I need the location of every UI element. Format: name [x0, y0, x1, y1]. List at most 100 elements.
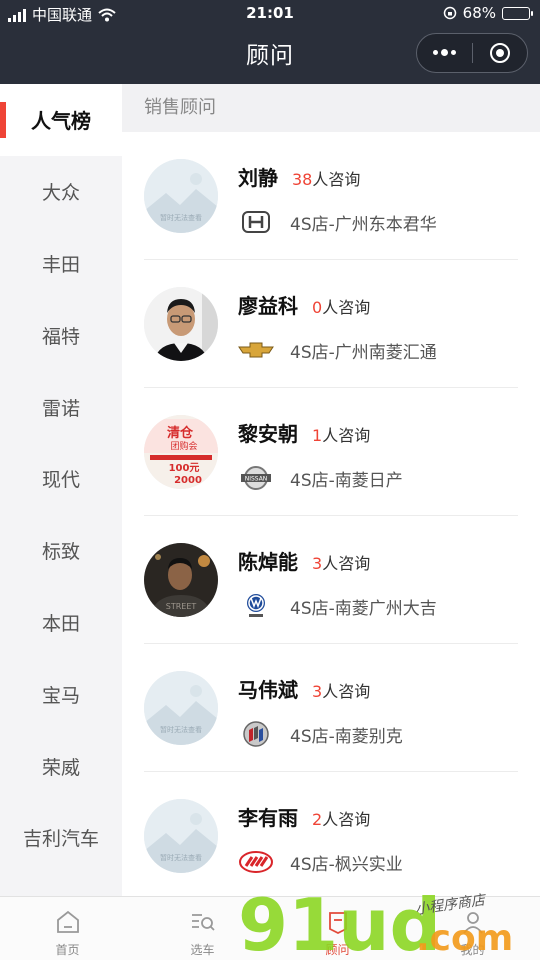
sidebar-item-label: 吉利汽车 [22, 828, 99, 851]
target-icon [489, 43, 510, 63]
car-search-icon [191, 914, 215, 931]
sidebar-item[interactable]: 福特 [0, 299, 122, 371]
advisor-icon [328, 912, 347, 935]
store-name: 4S店-广州东本君华 [290, 215, 437, 235]
consult-number: 0 [312, 298, 323, 317]
home-icon [56, 910, 79, 933]
consultant-row[interactable]: 暂时无法查看 李有雨 2人咨询 4S店-枫兴实业 [144, 772, 518, 896]
consult-suffix: 人咨询 [322, 810, 371, 829]
tab-home[interactable]: 首页 [0, 897, 135, 960]
top-bar: 中国联通 21:01 68% 顾问 [0, 0, 540, 84]
consult-number: 3 [312, 682, 323, 701]
consultant-name: 黎安朝 [238, 422, 298, 446]
consultant-name: 陈焯能 [238, 550, 298, 574]
store-name: 4S店-枫兴实业 [290, 855, 403, 875]
avatar: 暂时无法查看 [144, 159, 218, 233]
consult-count: 38人咨询 [292, 166, 360, 190]
honda-logo-icon [238, 209, 274, 235]
consultant-row[interactable]: 暂时无法查看 马伟斌 3人咨询 4S店-南菱别克 [144, 644, 518, 772]
sidebar-item-label: 福特 [41, 325, 80, 348]
sidebar-item[interactable]: 人气榜 [0, 84, 122, 156]
consultant-list: 暂时无法查看 刘静 38人咨询 4S店-广州东本君华 廖益科 0人咨询 4S店-广州南菱汇通… [122, 132, 540, 896]
sidebar-item-label: 本田 [41, 612, 80, 635]
consult-suffix: 人咨询 [312, 170, 361, 189]
tab-advisor-label: 顾问 [325, 943, 350, 957]
more-dots-icon [432, 49, 456, 56]
svg-text:清仓: 清仓 [167, 425, 194, 441]
consultant-name: 马伟斌 [238, 678, 298, 702]
sidebar-item[interactable]: 宝马 [0, 658, 122, 730]
store-name: 4S店-南菱广州大吉 [290, 599, 437, 619]
tab-mine[interactable]: 我的 [405, 897, 540, 960]
battery-percent: 68% [462, 4, 496, 22]
consult-suffix: 人咨询 [322, 682, 371, 701]
consultant-name: 刘静 [238, 166, 278, 190]
more-button[interactable] [417, 34, 472, 72]
status-bar: 中国联通 21:01 68% [0, 0, 540, 28]
sidebar-item[interactable]: 本田 [0, 587, 122, 659]
store-name: 4S店-广州南菱汇通 [290, 343, 437, 363]
sidebar-item-label: 荣威 [41, 756, 80, 779]
sidebar-item-label: 大众 [41, 182, 80, 205]
miniprogram-capsule [416, 33, 528, 73]
consultant-list-panel: 销售顾问 暂时无法查看 刘静 38人咨询 4S店-广州东本君华 廖益科 0人咨询 4S店-广… [122, 84, 540, 896]
consultant-name: 李有雨 [238, 806, 298, 830]
avatar-placeholder-text: 暂时无法查看 [160, 853, 202, 862]
sidebar-item-label: 雷诺 [41, 397, 80, 420]
svg-text:100元: 100元 [169, 462, 200, 474]
store-name: 4S店-南菱日产 [290, 471, 403, 491]
consult-number: 1 [312, 426, 323, 445]
consult-count: 3人咨询 [312, 550, 370, 574]
svg-text:STREET: STREET [166, 602, 197, 611]
consult-number: 2 [312, 810, 323, 829]
avatar: 清仓 团购会 100元 2000 [144, 415, 218, 489]
consultant-name: 廖益科 [238, 294, 298, 318]
avatar-placeholder-text: 暂时无法查看 [160, 213, 202, 222]
sidebar-item[interactable]: 现代 [0, 443, 122, 515]
user-icon [462, 912, 483, 934]
sidebar-item-label: 丰田 [41, 253, 80, 276]
sidebar-item[interactable]: 标致 [0, 515, 122, 587]
consult-count: 1人咨询 [312, 422, 370, 446]
consultant-row[interactable]: STREET 陈焯能 3人咨询 4S店-南菱广州大吉 [144, 516, 518, 644]
sidebar-item[interactable]: 雷诺 [0, 371, 122, 443]
consultant-row[interactable]: 清仓 团购会 100元 2000 黎安朝 1人咨询 NISSAN 4S店-南菱日产 [144, 388, 518, 516]
consult-count: 3人咨询 [312, 678, 370, 702]
battery-icon [502, 6, 533, 20]
section-title: 销售顾问 [122, 84, 540, 132]
consult-suffix: 人咨询 [322, 554, 371, 573]
chevrolet-logo-icon [238, 337, 274, 363]
tab-advisor[interactable]: 顾问 [270, 897, 405, 960]
consult-number: 3 [312, 554, 323, 573]
consult-number: 38 [292, 170, 313, 189]
tab-choose-car[interactable]: 选车 [135, 897, 270, 960]
avatar: 暂时无法查看 [144, 799, 218, 873]
nissan-logo-icon: NISSAN [238, 465, 274, 491]
consult-suffix: 人咨询 [322, 426, 371, 445]
volkswagen-logo-icon [238, 593, 274, 619]
avatar-placeholder-text: 暂时无法查看 [160, 725, 202, 734]
sidebar-item-label: 现代 [41, 469, 80, 492]
avatar: STREET [144, 543, 218, 617]
sidebar-item-label: 标致 [41, 541, 80, 564]
avatar [144, 287, 218, 361]
sidebar-item[interactable]: 大众 [0, 156, 122, 228]
consultant-row[interactable]: 廖益科 0人咨询 4S店-广州南菱汇通 [144, 260, 518, 388]
svg-text:2000: 2000 [174, 475, 202, 486]
buick-logo-icon [238, 721, 274, 747]
sidebar-item-label: 人气榜 [31, 109, 91, 134]
consult-suffix: 人咨询 [322, 298, 371, 317]
brand-sidebar: 人气榜大众丰田福特雷诺现代标致本田宝马荣威吉利汽车 [0, 84, 122, 896]
sidebar-item[interactable]: 丰田 [0, 228, 122, 300]
sidebar-item[interactable]: 吉利汽车 [0, 802, 122, 874]
consultant-row[interactable]: 暂时无法查看 刘静 38人咨询 4S店-广州东本君华 [144, 132, 518, 260]
consult-count: 2人咨询 [312, 806, 370, 830]
lifan-logo-icon [238, 849, 274, 875]
sidebar-item[interactable]: 荣威 [0, 730, 122, 802]
tab-mine-label: 我的 [460, 943, 485, 957]
svg-text:团购会: 团购会 [170, 440, 197, 452]
store-name: 4S店-南菱别克 [290, 727, 403, 747]
sidebar-item-label: 宝马 [41, 684, 80, 707]
close-button[interactable] [472, 34, 527, 72]
avatar: 暂时无法查看 [144, 671, 218, 745]
